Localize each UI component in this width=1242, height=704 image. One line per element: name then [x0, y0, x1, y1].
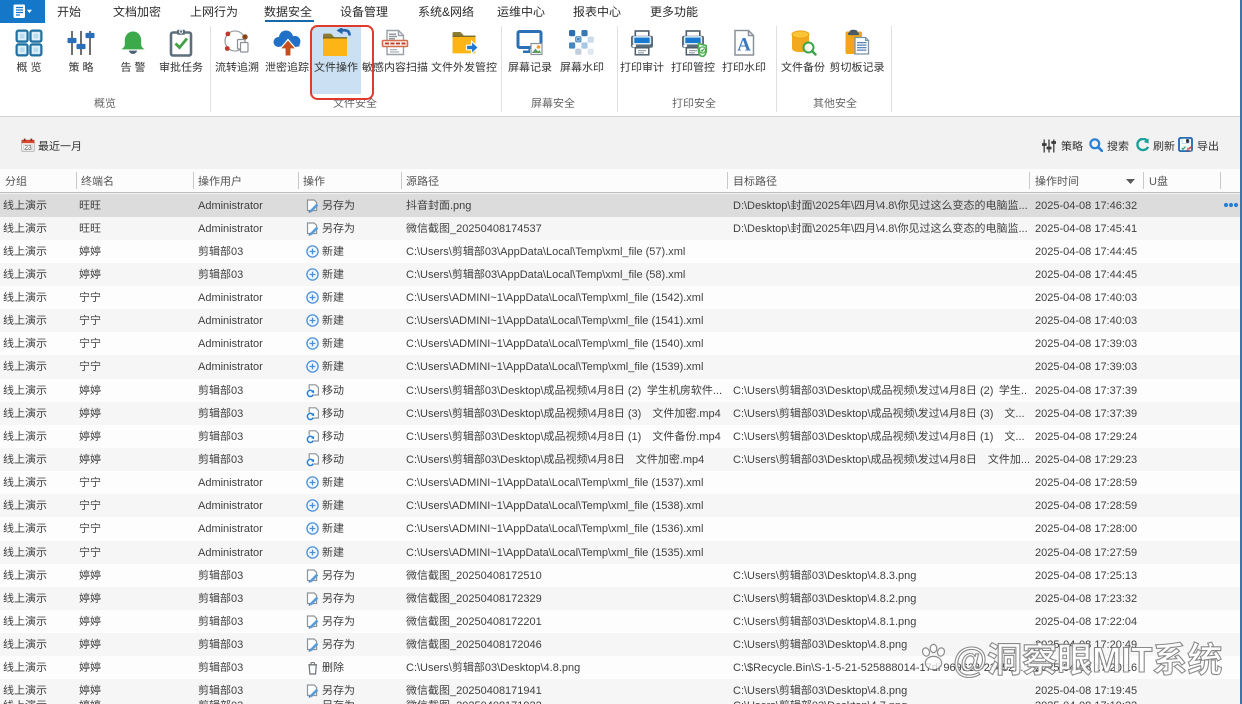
svg-text:23: 23 [24, 144, 32, 151]
svg-text:A: A [737, 35, 751, 56]
